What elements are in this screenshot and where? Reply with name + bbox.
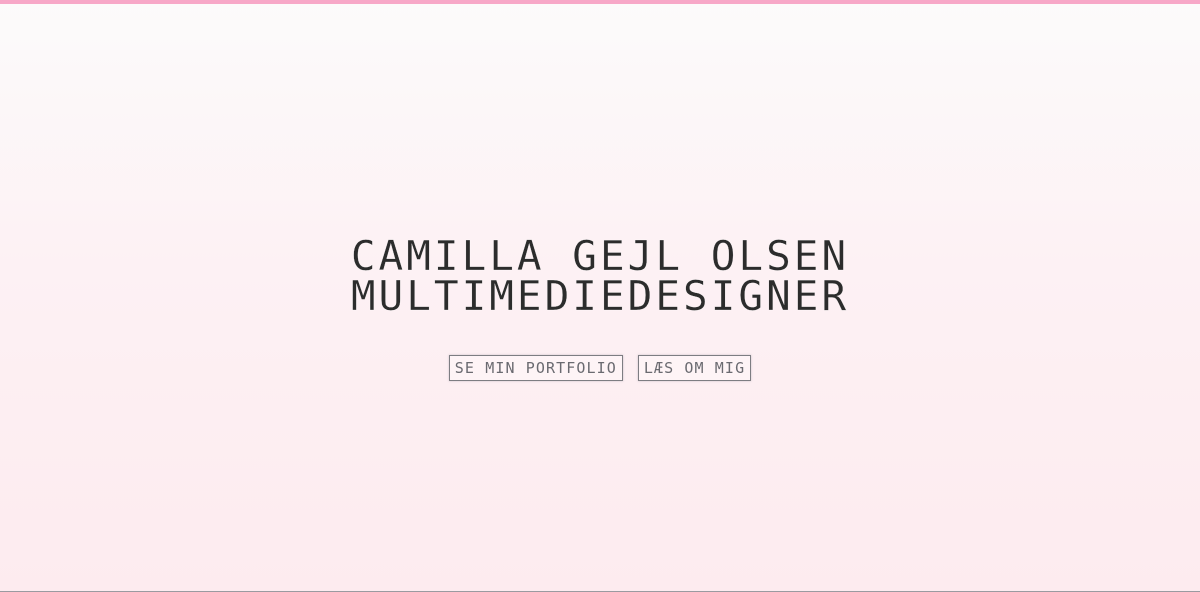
top-accent-bar	[0, 0, 1200, 4]
hero-section: CAMILLA GEJL OLSEN MULTIMEDIEDESIGNER	[0, 232, 1200, 320]
hero-role: MULTIMEDIEDESIGNER	[350, 272, 850, 320]
hero-name: CAMILLA GEJL OLSEN	[350, 232, 850, 280]
hero-actions: SE MIN PORTFOLIO LÆS OM MIG	[0, 355, 1200, 381]
about-button[interactable]: LÆS OM MIG	[637, 355, 752, 381]
hero-title: CAMILLA GEJL OLSEN MULTIMEDIEDESIGNER	[0, 232, 1200, 320]
portfolio-button[interactable]: SE MIN PORTFOLIO	[448, 355, 623, 381]
